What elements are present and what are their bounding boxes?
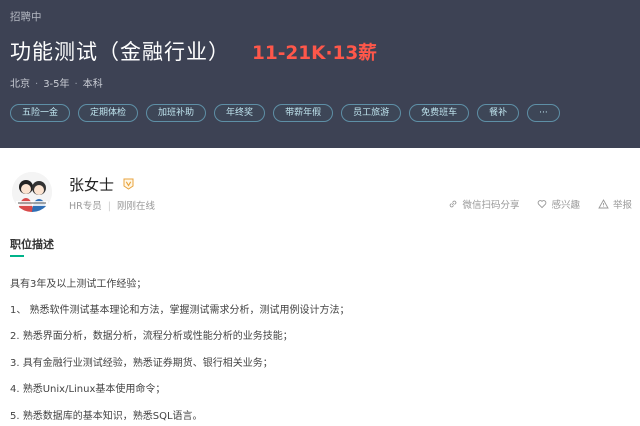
recruiting-status: 招聘中	[10, 11, 42, 23]
title-row: 功能测试（金融行业） 11-21K·13薪	[10, 36, 377, 66]
benefit-tag: 员工旅游	[341, 104, 402, 122]
benefit-tag: 餐补	[477, 104, 520, 122]
interest-label: 感兴趣	[551, 200, 580, 211]
description-line: 1、 熟悉软件测试基本理论和方法，掌握测试需求分析，测试用例设计方法；	[10, 305, 350, 316]
recruiter-role: HR专员	[69, 201, 102, 212]
meta-separator: ·	[74, 79, 78, 90]
heart-icon	[538, 200, 547, 209]
recruiter-online-status: 刚刚在线	[116, 201, 155, 212]
benefit-tag: 年终奖	[214, 104, 266, 122]
interest-button[interactable]: 感兴趣	[537, 197, 580, 211]
description-line: 5. 熟悉数据库的基本知识，熟悉SQL语言。	[10, 411, 203, 422]
recruiter-name: 张女士	[69, 176, 115, 194]
job-title: 功能测试（金融行业）	[10, 40, 230, 64]
description-line: 4. 熟悉Unix/Linux基本使用命令；	[10, 384, 166, 395]
cartoon-avatar-icon	[12, 172, 52, 212]
more-tags-button[interactable]: ···	[527, 104, 560, 122]
link-icon	[450, 200, 457, 208]
job-city: 北京	[10, 79, 30, 90]
warning-icon	[598, 199, 609, 209]
recruiter-info: HR专员 | 刚刚在线	[69, 198, 155, 212]
section-title: 职位描述	[10, 238, 54, 251]
job-education: 本科	[82, 79, 103, 90]
benefit-tag: 五险一金	[10, 104, 71, 122]
job-header: 招聘中 功能测试（金融行业） 11-21K·13薪 北京 · 3-5年 · 本科 五险一…	[0, 0, 640, 148]
job-experience: 3-5年	[43, 79, 70, 90]
section-underline	[10, 255, 24, 257]
benefit-tag: 定期体检	[78, 104, 139, 122]
benefit-tag: 免费班车	[409, 104, 470, 122]
report-button[interactable]: 举报	[598, 197, 632, 211]
share-button[interactable]: 微信扫码分享	[448, 197, 519, 211]
benefit-tag: 带薪年假	[273, 104, 334, 122]
benefit-tags: 五险一金 定期体检 加班补助 年终奖 带薪年假 员工旅游 免费班车 餐补 ···	[10, 104, 568, 122]
description-line: 2. 熟悉界面分析，数据分析，流程分析或性能分析的业务技能；	[10, 331, 293, 342]
description-line: 3. 具有金融行业测试经验，熟悉证券期货、银行相关业务；	[10, 358, 273, 369]
action-bar: 微信扫码分享 感兴趣 举报	[430, 197, 632, 211]
share-label: 微信扫码分享	[462, 200, 520, 211]
report-label: 举报	[612, 200, 632, 211]
description-line: 具有3年及以上测试工作经验；	[10, 279, 147, 290]
recruiter-avatar[interactable]	[12, 172, 52, 212]
verified-badge-icon	[123, 178, 134, 190]
info-divider: |	[107, 201, 111, 212]
salary: 11-21K·13薪	[252, 43, 377, 64]
job-meta: 北京 · 3-5年 · 本科	[10, 75, 103, 90]
meta-separator: ·	[35, 79, 39, 90]
benefit-tag: 加班补助	[146, 104, 207, 122]
